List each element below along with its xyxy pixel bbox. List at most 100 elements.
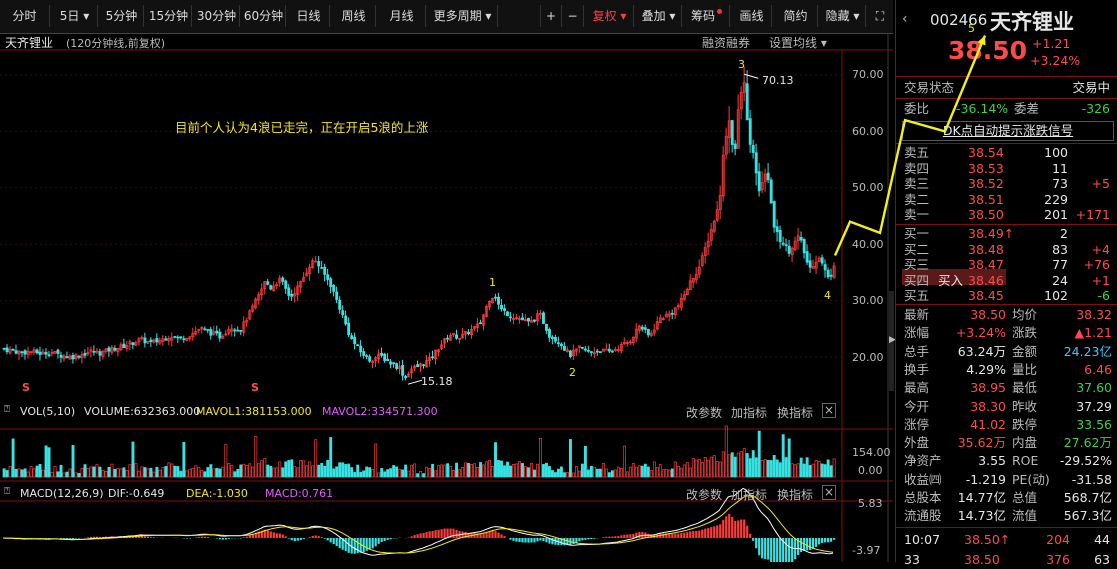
macd-switch-indicator-button[interactable]: 换指标 <box>777 486 813 503</box>
volume-bar <box>357 465 359 477</box>
macd-close-icon[interactable]: × <box>822 485 836 500</box>
volume-bar <box>458 470 460 477</box>
volume-bar <box>186 471 188 477</box>
stat-label: ROE <box>1012 452 1038 470</box>
stat-value: -1.219 <box>966 471 1006 489</box>
macd-change-params-button[interactable]: 改参数 <box>686 486 722 503</box>
candle-body <box>785 245 787 246</box>
volume-bar <box>222 467 224 477</box>
stat-value: -31.58 <box>1072 471 1112 489</box>
period-button-day[interactable]: 日线 <box>288 5 330 27</box>
volume-bar <box>396 467 398 477</box>
bid-level-row[interactable]: 买四 38.46 24 +1 <box>896 273 1117 288</box>
ask-level-row[interactable]: 卖三 38.52 73 +5 <box>896 176 1117 191</box>
macd-bar <box>806 538 808 550</box>
macd-bar <box>300 538 302 540</box>
macd-add-indicator-button[interactable]: 加指标 <box>731 486 767 503</box>
volume-bar <box>387 470 389 477</box>
back-arrow-icon[interactable]: ‹ <box>902 11 908 27</box>
ask-level-row[interactable]: 卖四 38.53 11 <box>896 161 1117 176</box>
macd-bar <box>303 538 305 539</box>
ask-level-row[interactable]: 卖二 38.51 229 <box>896 192 1117 207</box>
volume-bar <box>524 467 526 477</box>
macd-bar <box>276 533 278 538</box>
chart-period-note: (120分钟线,前复权) <box>66 35 165 51</box>
volume-bar <box>54 466 56 477</box>
period-button-5day[interactable]: 5日 ▾ <box>52 5 98 27</box>
candle-body <box>66 357 68 358</box>
period-button-30min[interactable]: 30分钟 <box>194 5 240 27</box>
candle-body <box>207 329 209 330</box>
zoom-out-button[interactable]: − <box>562 5 584 27</box>
y-axis-label: 40.00 <box>852 238 884 251</box>
volume-bar <box>764 459 766 477</box>
analysis-annotation: 目前个人认为4浪已走完，正在开启5浪的上涨 <box>175 117 428 136</box>
volume-bar <box>536 464 538 477</box>
macd-bar <box>473 533 475 538</box>
macd-panel-toggle[interactable]: ⍰ <box>4 486 10 497</box>
volume-bar <box>569 439 571 477</box>
stat-label: 总手 <box>904 343 929 361</box>
period-button-month[interactable]: 月线 <box>378 5 426 27</box>
bid-level-row[interactable]: 买二 38.48 83 +4 <box>896 242 1117 257</box>
macd-bar <box>815 538 817 547</box>
vol-close-icon[interactable]: × <box>822 403 836 418</box>
candle-body <box>387 359 389 360</box>
period-button-week[interactable]: 周线 <box>332 5 376 27</box>
period-button-15min[interactable]: 15分钟 <box>146 5 192 27</box>
chips-button[interactable]: 筹码 <box>684 5 730 27</box>
period-button-5min[interactable]: 5分钟 <box>100 5 144 27</box>
macd-bar <box>246 537 248 538</box>
fullscreen-icon[interactable]: ⛶ <box>868 5 892 27</box>
vol-add-indicator-button[interactable]: 加指标 <box>731 404 767 421</box>
bid-price: 38.47 <box>968 257 1004 272</box>
vol-panel-toggle[interactable]: ⍰ <box>4 404 10 415</box>
volume-bar <box>572 473 574 477</box>
candle-body <box>357 345 359 346</box>
period-5day-label: 5日 <box>60 9 80 23</box>
ask-level-row[interactable]: 卖一 38.50 201 +171 <box>896 207 1117 222</box>
dk-signal-link[interactable]: DK点自动提示涨跌信号 <box>902 121 1114 141</box>
volume-bar <box>740 452 742 477</box>
simple-button[interactable]: 简约 <box>774 5 818 27</box>
volume-bar <box>602 463 604 477</box>
bid-level-row[interactable]: 买一 38.49↑ 2 <box>896 226 1117 241</box>
macd-bar <box>833 538 835 540</box>
volume-bar <box>180 471 182 477</box>
ma-setting-label: 设置均线 <box>769 36 817 50</box>
rzrq-link[interactable]: 融资融券 <box>702 34 750 51</box>
overlay-button[interactable]: 叠加 ▾ <box>636 5 682 27</box>
volume-bar <box>267 465 269 477</box>
order-diff-label: 委差 <box>1014 100 1039 118</box>
kline-chart[interactable] <box>0 33 893 562</box>
volume-bar <box>351 468 353 477</box>
vol-change-params-button[interactable]: 改参数 <box>686 404 722 421</box>
volume-bar <box>611 471 613 477</box>
volume-bar <box>629 467 631 477</box>
bid-level-row[interactable]: 买五 38.45 102 -6 <box>896 288 1117 303</box>
hide-button[interactable]: 隐藏 ▾ <box>820 5 866 27</box>
draw-line-button[interactable]: 画线 <box>732 5 772 27</box>
macd-bar <box>530 538 532 543</box>
volume-bar <box>737 453 739 477</box>
vol-switch-indicator-button[interactable]: 换指标 <box>777 404 813 421</box>
period-button-60min[interactable]: 60分钟 <box>242 5 286 27</box>
volume-bar <box>24 469 26 477</box>
period-button-more[interactable]: 更多周期 ▾ <box>428 5 498 27</box>
ma-setting-dropdown[interactable]: 设置均线 ▾ <box>769 34 827 51</box>
y-axis-label: 60.00 <box>852 125 884 138</box>
fuquan-button[interactable]: 复权 ▾ <box>586 5 634 27</box>
macd-bar <box>153 537 155 538</box>
macd-bar <box>69 538 71 539</box>
macd-bar <box>288 538 290 539</box>
zoom-in-button[interactable]: + <box>540 5 562 27</box>
period-button-timeshare[interactable]: 分时 <box>0 5 50 27</box>
volume-bar <box>30 467 32 477</box>
buy-button[interactable]: 买入 <box>938 270 963 289</box>
last-price: 38.50 <box>948 36 1027 65</box>
volume-bar <box>716 462 718 477</box>
ask-level-row[interactable]: 卖五 38.54 100 <box>896 145 1117 160</box>
bid-level-row[interactable]: 买三 38.47 77 +76 <box>896 257 1117 272</box>
volume-bar <box>482 465 484 477</box>
volume-bar <box>509 466 511 477</box>
